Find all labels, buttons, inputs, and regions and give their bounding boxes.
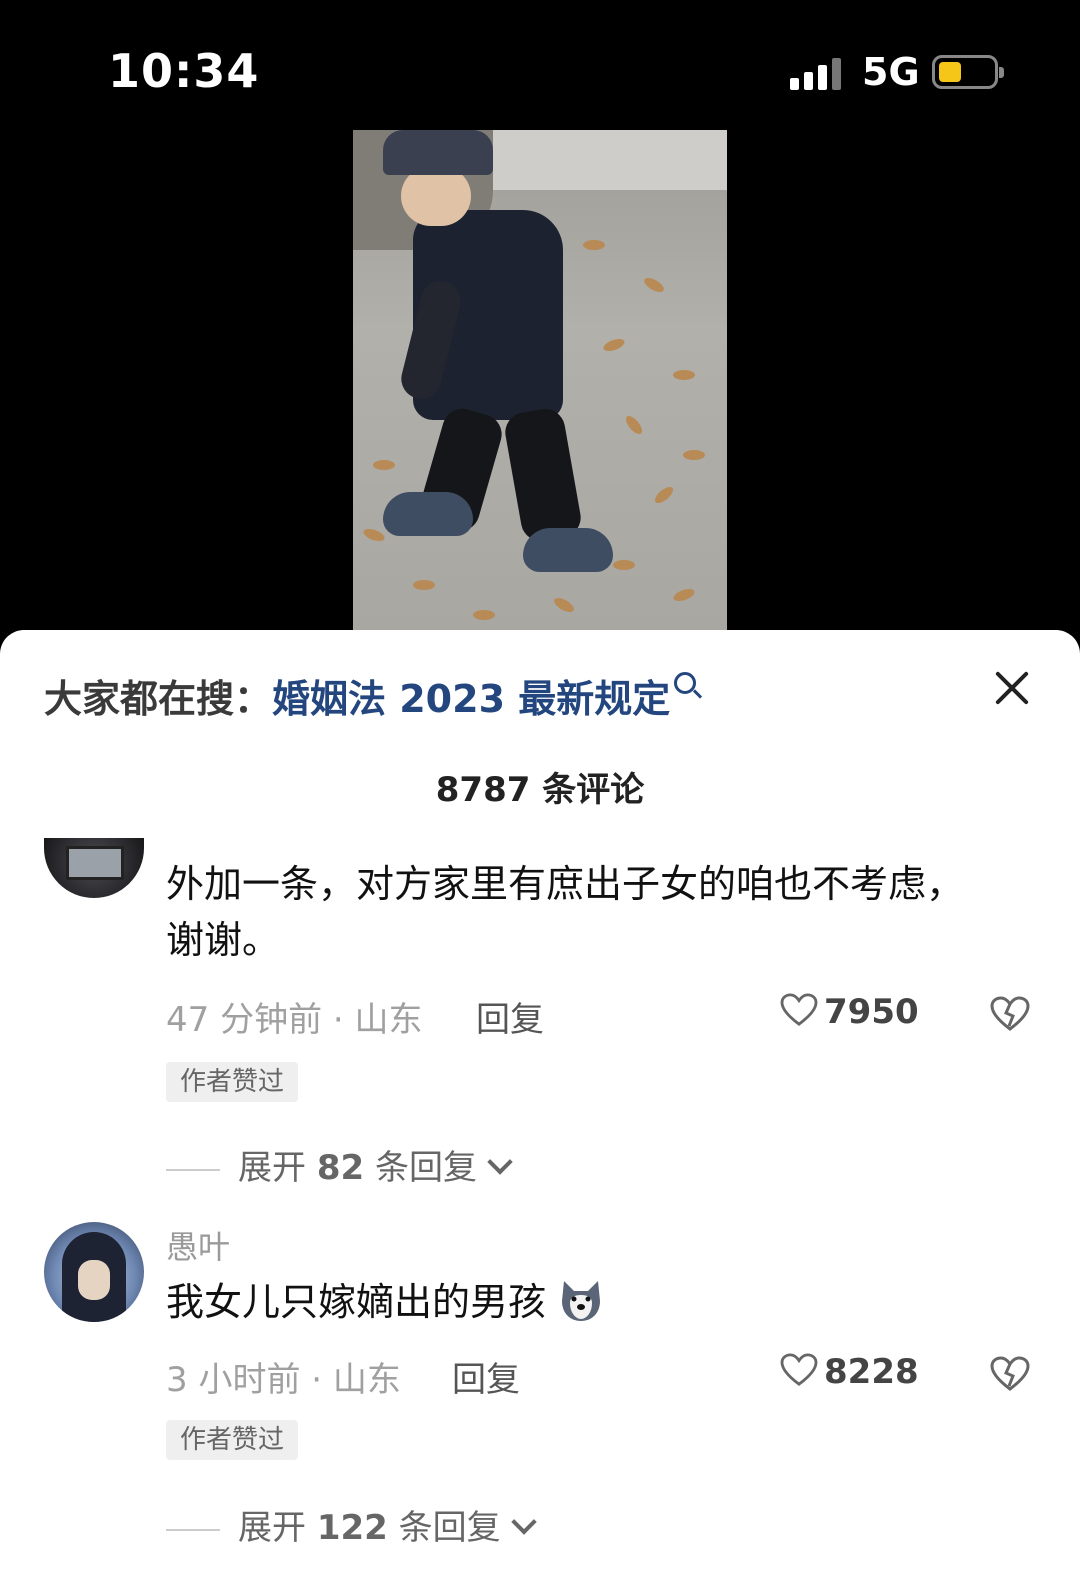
close-icon[interactable] [990,666,1034,710]
clock: 10:34 [108,44,260,98]
status-bar: 10:34 5G [0,0,1080,130]
username[interactable]: 愚叶 [166,1222,230,1268]
battery-icon [932,55,1004,89]
like-button[interactable]: 7950 [780,992,919,1032]
comment-sheet: 大家都在搜：婚姻法 2023 最新规定 8787 条评论 外加一条，对方家里有庶… [0,630,1080,1595]
husky-emoji-icon [562,1281,601,1321]
broken-heart-icon[interactable] [990,1356,1030,1392]
reply-button[interactable]: 回复 [452,1352,520,1401]
network-type: 5G [862,50,920,94]
comment-count: 8787 条评论 [435,770,645,810]
comment-time-location: 47 分钟前 · 山东 [166,1000,423,1040]
comment-text: 外加一条，对方家里有庶出子女的咱也不考虑，谢谢。 [166,862,965,962]
comment-text: 我女儿只嫁嫡出的男孩 [166,1274,986,1330]
expand-replies-button[interactable]: 展开 82 条回复 [166,1140,513,1189]
trending-search-term[interactable]: 婚姻法 2023 最新规定 [272,677,670,721]
broken-heart-icon[interactable] [990,996,1030,1032]
video-player[interactable] [353,130,727,630]
trending-search[interactable]: 大家都在搜：婚姻法 2023 最新规定 [44,668,697,723]
author-liked-badge: 作者赞过 [166,1062,299,1102]
like-count: 7950 [824,992,919,1032]
heart-icon [780,1353,818,1386]
reply-count: 122 [316,1508,388,1548]
comment-time-location: 3 小时前 · 山东 [166,1360,401,1400]
trending-search-label: 大家都在搜： [44,677,273,721]
reply-button[interactable]: 回复 [476,992,544,1041]
avatar[interactable] [44,838,144,898]
signal-icon [790,58,842,90]
like-button[interactable]: 8228 [780,1352,919,1392]
author-liked-badge: 作者赞过 [166,1420,299,1460]
avatar[interactable] [44,1222,144,1322]
search-icon[interactable] [674,672,697,694]
like-count: 8228 [824,1352,919,1392]
expand-replies-button[interactable]: 展开 122 条回复 [166,1500,537,1549]
reply-count: 82 [316,1148,365,1188]
chevron-down-icon [510,1509,537,1535]
heart-icon [780,993,818,1026]
chevron-down-icon [487,1149,513,1175]
